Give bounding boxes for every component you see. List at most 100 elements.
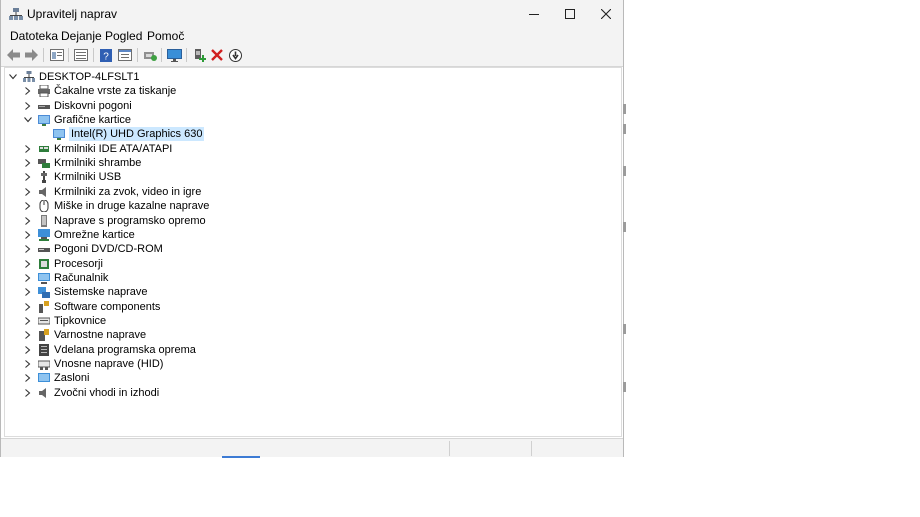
window-title: Upravitelj naprav	[27, 7, 118, 21]
chevron-down-icon[interactable]	[8, 70, 18, 84]
tree-item-label: Grafične kartice	[54, 114, 132, 127]
computer-tree-icon	[23, 71, 35, 82]
menu-pomoc[interactable]: Pomoč	[147, 29, 184, 43]
tree-item-label: Pogoni DVD/CD-ROM	[54, 243, 163, 256]
background-window-edge	[623, 324, 626, 334]
chevron-right-icon[interactable]	[23, 242, 33, 256]
background-window-edge	[623, 382, 626, 392]
tree-item-label: Krmilniki USB	[54, 171, 122, 184]
monitor-icon	[38, 373, 50, 383]
tree-item-label: Čakalne vrste za tiskanje	[54, 85, 177, 98]
chevron-right-icon[interactable]	[23, 142, 33, 156]
menu-dejanje[interactable]: Dejanje	[61, 29, 102, 43]
chevron-right-icon[interactable]	[23, 386, 33, 400]
tree-item-label: Zasloni	[54, 372, 90, 385]
chevron-right-icon[interactable]	[23, 300, 33, 314]
taskbar-indicator	[222, 456, 260, 458]
tree-item-label: Vnosne naprave (HID)	[54, 358, 164, 370]
title-bar[interactable]: Upravitelj naprav	[1, 0, 623, 28]
chevron-right-icon[interactable]	[23, 285, 33, 299]
tree-item-label: Vdelana programska oprema	[54, 343, 196, 356]
chevron-down-icon[interactable]	[23, 113, 33, 127]
chevron-right-icon[interactable]	[23, 99, 33, 113]
tree-item-label: Krmilniki IDE ATA/ATAPI	[54, 142, 173, 155]
tree-item-label: Software components	[54, 300, 161, 313]
tree-item-label: Krmilniki shrambe	[54, 157, 142, 170]
maximize-button[interactable]	[552, 0, 588, 28]
menu-datoteka[interactable]: Datoteka	[10, 29, 58, 43]
chevron-right-icon[interactable]	[23, 271, 33, 285]
uninstall-button[interactable]	[209, 47, 225, 63]
chevron-right-icon[interactable]	[23, 357, 33, 371]
dvd-drive-icon	[38, 248, 50, 253]
tree-item-label: Sistemske naprave	[54, 286, 148, 299]
back-icon	[7, 49, 20, 61]
driver-details-button[interactable]	[117, 47, 133, 63]
toolbar-separator	[43, 48, 44, 62]
toolbar-separator	[68, 48, 69, 62]
status-divider	[449, 441, 450, 456]
close-icon	[601, 9, 611, 19]
uninstall-icon	[211, 49, 223, 61]
toolbar-separator	[93, 48, 94, 62]
chevron-right-icon[interactable]	[23, 371, 33, 385]
background-window-edge	[623, 222, 626, 232]
menu-pogled[interactable]: Pogled	[105, 29, 142, 43]
ide-controller-icon	[39, 145, 49, 152]
device-manager-window: Upravitelj naprav Datoteka Dejanje Pogle…	[0, 0, 624, 457]
close-button[interactable]	[588, 0, 624, 28]
chevron-right-icon[interactable]	[23, 84, 33, 98]
forward-icon	[25, 49, 38, 61]
tree-item-label: Naprave s programsko opremo	[54, 214, 206, 227]
chevron-right-icon[interactable]	[23, 314, 33, 328]
software-device-icon	[41, 214, 47, 227]
background-window-edge	[623, 124, 626, 134]
chevron-right-icon[interactable]	[23, 257, 33, 271]
chevron-right-icon[interactable]	[23, 343, 33, 357]
tree-root-label: DESKTOP-4LFSLT1	[39, 71, 140, 83]
disk-drive-icon	[38, 104, 50, 109]
system-device-icon	[38, 287, 50, 299]
chevron-right-icon[interactable]	[23, 156, 33, 170]
toolbar: ?	[1, 44, 623, 67]
device-tree[interactable]: DESKTOP-4LFSLT1 Čakalne vrste za tiskanj…	[4, 67, 622, 437]
monitor-icon	[166, 48, 182, 62]
chevron-right-icon[interactable]	[23, 328, 33, 342]
disable-device-button[interactable]	[227, 47, 243, 63]
menu-bar: Datoteka Dejanje Pogled Pomoč	[1, 28, 623, 44]
computer-icon	[38, 272, 50, 284]
list-view-button[interactable]	[73, 47, 89, 63]
properties-view-icon	[50, 49, 64, 61]
forward-button[interactable]	[23, 47, 39, 63]
help-icon: ?	[100, 48, 112, 62]
disable-device-icon	[228, 48, 242, 62]
back-button[interactable]	[6, 47, 22, 63]
graphics-card-icon	[53, 129, 65, 141]
tree-item-label: Procesorji	[54, 257, 103, 270]
chevron-right-icon[interactable]	[23, 228, 33, 242]
add-driver-button[interactable]	[191, 47, 207, 63]
minimize-button[interactable]	[516, 0, 552, 28]
software-component-icon	[39, 300, 49, 313]
processor-icon	[39, 258, 49, 269]
background-window-edge	[623, 104, 626, 114]
tree-item-label: Tipkovnice	[54, 314, 107, 327]
chevron-right-icon[interactable]	[23, 214, 33, 228]
chevron-right-icon[interactable]	[23, 185, 33, 199]
status-bar	[1, 438, 623, 457]
toolbar-separator	[161, 48, 162, 62]
chevron-right-icon[interactable]	[23, 170, 33, 184]
help-button[interactable]: ?	[98, 47, 114, 63]
security-device-icon	[39, 329, 49, 342]
chevron-right-icon[interactable]	[23, 199, 33, 213]
tree-item-label: Intel(R) UHD Graphics 630	[69, 127, 205, 142]
scan-hardware-button[interactable]	[142, 47, 158, 63]
minimize-icon	[529, 14, 539, 15]
properties-view-button[interactable]	[49, 47, 65, 63]
monitor-button[interactable]	[166, 47, 182, 63]
print-queue-icon	[38, 85, 50, 98]
keyboard-icon	[38, 317, 50, 325]
tree-root[interactable]: DESKTOP-4LFSLT1	[8, 70, 208, 84]
display-adapter-icon	[38, 115, 50, 127]
device-manager-icon	[9, 8, 23, 20]
